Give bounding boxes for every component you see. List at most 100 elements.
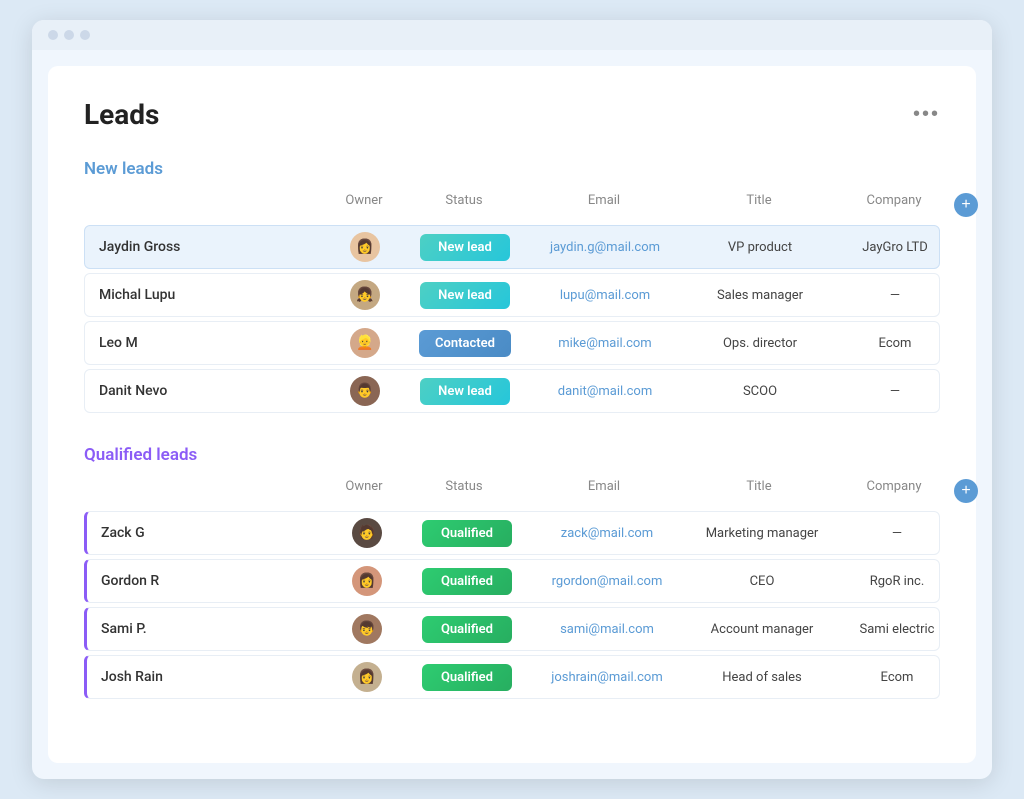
status-badge: Contacted <box>419 330 511 357</box>
lead-title: Account manager <box>687 622 837 637</box>
lead-company: Ecom <box>837 670 957 685</box>
page-title: Leads <box>84 98 159 131</box>
qualified-leads-table-body: Zack G 🧑 Qualified zack@mail.com Marketi… <box>84 511 940 699</box>
lead-email[interactable]: danit@mail.com <box>525 384 685 399</box>
lead-avatar: 🧑 <box>327 518 407 548</box>
q-col-name-header <box>84 479 324 503</box>
q-col-email-header: Email <box>524 479 684 503</box>
lead-name: Leo M <box>85 325 325 361</box>
new-lead-row[interactable]: Jaydin Gross 👩 New lead jaydin.g@mail.co… <box>84 225 940 269</box>
lead-email[interactable]: rgordon@mail.com <box>527 574 687 589</box>
lead-name: Gordon R <box>87 563 327 599</box>
new-lead-row[interactable]: Michal Lupu 👧 New lead lupu@mail.com Sal… <box>84 273 940 317</box>
lead-status: Qualified <box>407 616 527 643</box>
col-add-header: + <box>954 193 992 217</box>
col-title-header: Title <box>684 193 834 217</box>
lead-email[interactable]: zack@mail.com <box>527 526 687 541</box>
col-status-header: Status <box>404 193 524 217</box>
lead-title: Sales manager <box>685 288 835 303</box>
window-dot-1 <box>48 30 58 40</box>
new-leads-header: New leads <box>84 159 940 179</box>
q-col-company-header: Company <box>834 479 954 503</box>
new-lead-row[interactable]: Leo M 👱 Contacted mike@mail.com Ops. dir… <box>84 321 940 365</box>
app-window: Leads ••• New leads Owner Status Email T… <box>32 20 992 779</box>
avatar-icon: 👦 <box>352 614 382 644</box>
page-header: Leads ••• <box>84 98 940 131</box>
window-dot-2 <box>64 30 74 40</box>
lead-company: — <box>837 526 957 541</box>
lead-name: Sami P. <box>87 611 327 647</box>
lead-status: New lead <box>405 234 525 261</box>
qualified-lead-row[interactable]: Zack G 🧑 Qualified zack@mail.com Marketi… <box>84 511 940 555</box>
lead-name: Zack G <box>87 515 327 551</box>
new-leads-section: New leads Owner Status Email Title Compa… <box>84 159 940 413</box>
status-badge: Qualified <box>422 568 512 595</box>
avatar-icon: 👩 <box>352 662 382 692</box>
lead-title: SCOO <box>685 384 835 399</box>
qualified-leads-header: Qualified leads <box>84 445 940 465</box>
lead-company: — <box>835 288 955 303</box>
lead-status: Qualified <box>407 520 527 547</box>
window-dot-3 <box>80 30 90 40</box>
new-lead-row[interactable]: Danit Nevo 👨 New lead danit@mail.com SCO… <box>84 369 940 413</box>
avatar-icon: 👱 <box>350 328 380 358</box>
avatar-icon: 👩 <box>352 566 382 596</box>
new-leads-table-header: Owner Status Email Title Company + <box>84 189 940 221</box>
new-leads-title: New leads <box>84 159 284 179</box>
lead-company: Ecom <box>835 336 955 351</box>
lead-avatar: 👩 <box>327 566 407 596</box>
q-col-status-header: Status <box>404 479 524 503</box>
status-badge: Qualified <box>422 520 512 547</box>
lead-email[interactable]: jaydin.g@mail.com <box>525 240 685 255</box>
lead-company: JayGro LTD <box>835 240 955 255</box>
title-bar <box>32 20 992 50</box>
col-owner-header: Owner <box>324 193 404 217</box>
avatar-icon: 👨 <box>350 376 380 406</box>
lead-name: Josh Rain <box>87 659 327 695</box>
lead-status: New lead <box>405 378 525 405</box>
col-company-header: Company <box>834 193 954 217</box>
lead-name: Michal Lupu <box>85 277 325 313</box>
lead-status: New lead <box>405 282 525 309</box>
qualified-lead-row[interactable]: Josh Rain 👩 Qualified joshrain@mail.com … <box>84 655 940 699</box>
lead-title: Ops. director <box>685 336 835 351</box>
avatar-icon: 👧 <box>350 280 380 310</box>
lead-avatar: 👩 <box>327 662 407 692</box>
lead-company: Sami electric <box>837 622 957 637</box>
more-options-button[interactable]: ••• <box>913 103 940 126</box>
main-content: Leads ••• New leads Owner Status Email T… <box>48 66 976 763</box>
q-col-title-header: Title <box>684 479 834 503</box>
avatar-icon: 🧑 <box>352 518 382 548</box>
new-leads-table-body: Jaydin Gross 👩 New lead jaydin.g@mail.co… <box>84 225 940 413</box>
status-badge: New lead <box>420 234 510 261</box>
lead-email[interactable]: joshrain@mail.com <box>527 670 687 685</box>
qualified-leads-add-button[interactable]: + <box>954 479 978 503</box>
lead-avatar: 👦 <box>327 614 407 644</box>
lead-name: Danit Nevo <box>85 373 325 409</box>
qualified-leads-table-header: Owner Status Email Title Company + <box>84 475 940 507</box>
lead-name: Jaydin Gross <box>85 229 325 265</box>
lead-email[interactable]: lupu@mail.com <box>525 288 685 303</box>
q-col-owner-header: Owner <box>324 479 404 503</box>
status-badge: Qualified <box>422 664 512 691</box>
status-badge: Qualified <box>422 616 512 643</box>
status-badge: New lead <box>420 282 510 309</box>
qualified-lead-row[interactable]: Sami P. 👦 Qualified sami@mail.com Accoun… <box>84 607 940 651</box>
new-leads-add-button[interactable]: + <box>954 193 978 217</box>
lead-email[interactable]: mike@mail.com <box>525 336 685 351</box>
lead-avatar: 👨 <box>325 376 405 406</box>
col-name-header <box>84 193 324 217</box>
lead-title: Marketing manager <box>687 526 837 541</box>
qualified-leads-section: Qualified leads Owner Status Email Title… <box>84 445 940 699</box>
lead-email[interactable]: sami@mail.com <box>527 622 687 637</box>
lead-title: Head of sales <box>687 670 837 685</box>
lead-avatar: 👩 <box>325 232 405 262</box>
q-col-add-header: + <box>954 479 992 503</box>
status-badge: New lead <box>420 378 510 405</box>
lead-status: Qualified <box>407 664 527 691</box>
lead-title: CEO <box>687 574 837 589</box>
lead-company: RgoR inc. <box>837 574 957 589</box>
lead-status: Contacted <box>405 330 525 357</box>
lead-avatar: 👧 <box>325 280 405 310</box>
qualified-lead-row[interactable]: Gordon R 👩 Qualified rgordon@mail.com CE… <box>84 559 940 603</box>
